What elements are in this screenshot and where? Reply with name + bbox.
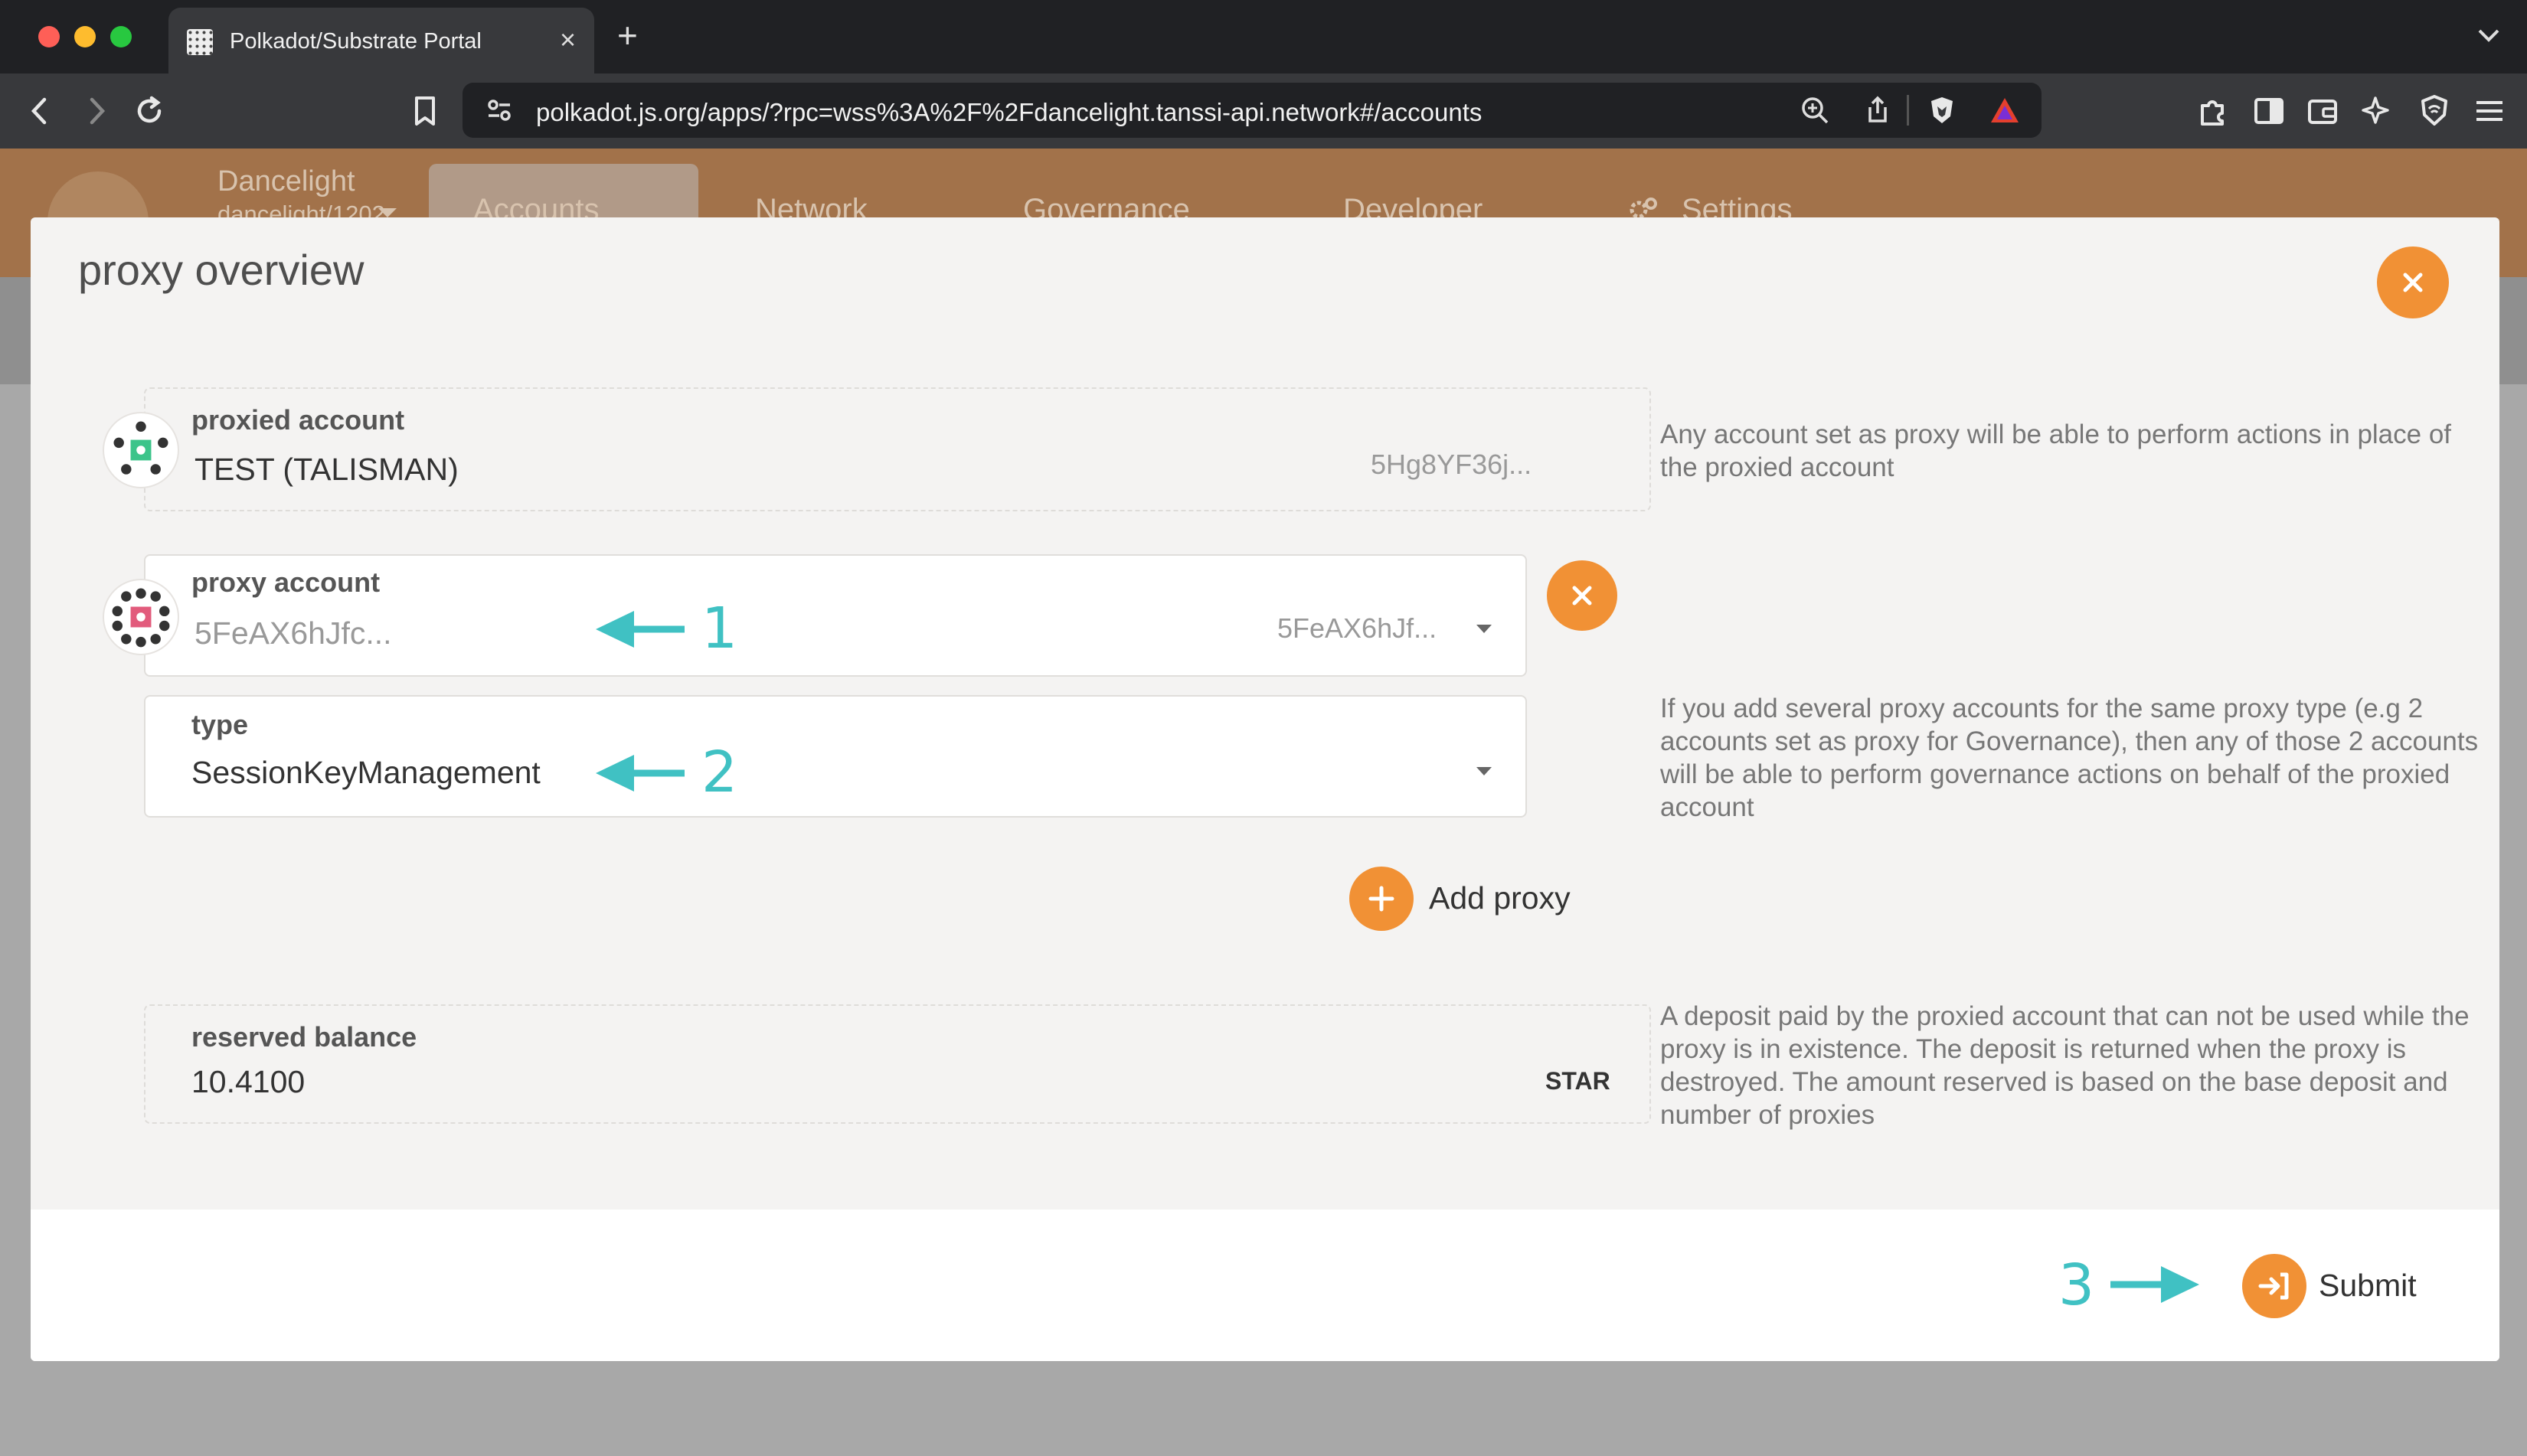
- url-divider: [1907, 95, 1909, 126]
- brave-rewards-icon[interactable]: [1988, 93, 2022, 127]
- annotation-number-1: 1: [701, 596, 738, 661]
- reload-icon[interactable]: [129, 90, 170, 132]
- wallet-icon[interactable]: [2302, 90, 2343, 132]
- submit-label[interactable]: Submit: [2319, 1268, 2417, 1304]
- url-text: polkadot.js.org/apps/?rpc=wss%3A%2F%2Fda…: [536, 98, 1483, 126]
- annotation-arrow-left-icon: [596, 611, 685, 648]
- share-icon[interactable]: [1861, 93, 1894, 127]
- reserved-balance-field: reserved balance 10.4100 STAR: [144, 1004, 1651, 1124]
- proxy-account-label: proxy account: [191, 566, 381, 598]
- polkadot-favicon-icon: [187, 29, 213, 55]
- plus-icon: [1368, 886, 1394, 912]
- chevron-down-icon[interactable]: [2473, 20, 2504, 51]
- modal-close-button[interactable]: [2377, 246, 2449, 318]
- browser-tab-bar: Polkadot/Substrate Portal × +: [0, 0, 2527, 73]
- proxied-account-address: 5Hg8YF36j...: [1371, 449, 1532, 480]
- new-tab-button[interactable]: +: [617, 15, 638, 55]
- reserved-balance-value: 10.4100: [191, 1064, 306, 1099]
- chevron-down-icon: [1476, 767, 1492, 775]
- window-close-button[interactable]: [38, 26, 60, 47]
- forward-icon[interactable]: [75, 90, 116, 132]
- annotation-arrow-left-icon: [596, 755, 685, 792]
- window-maximize-button[interactable]: [110, 26, 132, 47]
- menu-icon[interactable]: [2469, 90, 2510, 132]
- annotation-arrow-right-icon: [2110, 1266, 2199, 1303]
- close-icon: [2403, 273, 2423, 292]
- annotation-number-3: 3: [2058, 1252, 2095, 1318]
- add-proxy-label[interactable]: Add proxy: [1429, 880, 1571, 916]
- proxy-type-help: If you add several proxy accounts for th…: [1660, 694, 2479, 822]
- extensions-icon[interactable]: [2192, 90, 2233, 132]
- reserved-balance-unit: STAR: [1545, 1067, 1610, 1095]
- reserved-balance-help: A deposit paid by the proxied account th…: [1660, 1001, 2470, 1130]
- tab-title: Polkadot/Substrate Portal: [230, 29, 482, 54]
- remove-proxy-button[interactable]: [1547, 560, 1617, 631]
- proxy-overview-modal: proxy overview proxied account TEST (TAL…: [31, 217, 2499, 1361]
- address-bar[interactable]: polkadot.js.org/apps/?rpc=wss%3A%2F%2Fda…: [463, 83, 2042, 138]
- sidebar-icon[interactable]: [2248, 90, 2290, 132]
- proxy-type-label: type: [191, 709, 249, 740]
- add-proxy-button[interactable]: [1349, 867, 1414, 931]
- vpn-shield-icon[interactable]: [2414, 90, 2455, 132]
- browser-toolbar: polkadot.js.org/apps/?rpc=wss%3A%2F%2Fda…: [0, 73, 2527, 149]
- leo-ai-icon[interactable]: [2357, 90, 2398, 132]
- proxy-type-value: SessionKeyManagement: [191, 755, 541, 790]
- proxied-account-help: Any account set as proxy will be able to…: [1660, 419, 2452, 482]
- annotation-number-2: 2: [701, 739, 738, 805]
- brave-shield-icon[interactable]: [1925, 93, 1959, 127]
- back-icon[interactable]: [20, 90, 61, 132]
- proxy-account-dropdown[interactable]: proxy account 5FeAX6hJfc... 5FeAX6hJf...: [144, 554, 1527, 677]
- browser-tab[interactable]: Polkadot/Substrate Portal ×: [168, 8, 594, 73]
- proxied-account-identicon-icon: [103, 412, 179, 488]
- site-settings-icon[interactable]: [482, 93, 516, 127]
- proxied-account-name: TEST (TALISMAN): [195, 452, 459, 487]
- reserved-balance-label: reserved balance: [191, 1021, 417, 1053]
- proxy-account-address: 5FeAX6hJf...: [1277, 612, 1437, 644]
- bookmark-icon[interactable]: [404, 90, 446, 132]
- close-icon: [1572, 586, 1592, 606]
- sign-in-icon: [2258, 1272, 2289, 1300]
- chevron-down-icon: [1476, 625, 1492, 633]
- chain-name[interactable]: Dancelight: [217, 165, 355, 198]
- proxied-account-field: proxied account TEST (TALISMAN) 5Hg8YF36…: [144, 387, 1651, 511]
- zoom-icon[interactable]: [1798, 93, 1832, 127]
- tab-close-button[interactable]: ×: [560, 23, 576, 57]
- proxy-account-value: 5FeAX6hJfc...: [195, 615, 392, 651]
- proxied-account-label: proxied account: [191, 404, 405, 436]
- proxy-account-identicon-icon: [103, 579, 179, 655]
- chain-caret-icon: [378, 208, 397, 217]
- submit-button[interactable]: [2242, 1254, 2306, 1318]
- window-minimize-button[interactable]: [74, 26, 96, 47]
- proxy-type-dropdown[interactable]: type SessionKeyManagement: [144, 695, 1527, 818]
- modal-title: proxy overview: [78, 246, 365, 294]
